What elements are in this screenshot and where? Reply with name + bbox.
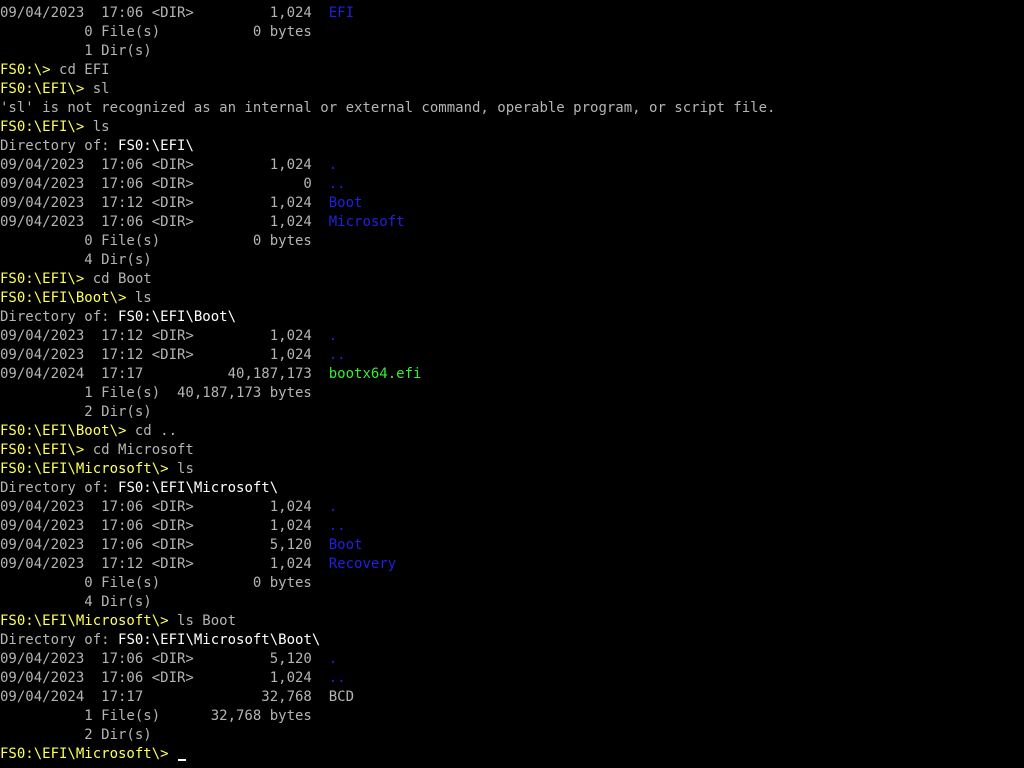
command-text: ls <box>134 290 152 306</box>
output-line: 0 File(s) 0 bytes <box>0 233 312 249</box>
command-line: FS0:\EFI\> cd Boot <box>0 270 1024 289</box>
command-text: cd Boot <box>92 271 152 287</box>
command-line: FS0:\EFI\Microsoft\> ls Boot <box>0 612 1024 631</box>
directory-label: Directory of: <box>0 309 119 325</box>
command-text: ls <box>92 119 110 135</box>
directory-header: Directory of: FS0:\EFI\Microsoft\Boot\ <box>0 631 1024 650</box>
entry-details: 09/04/2024 17:17 32,768 <box>0 689 329 705</box>
command-text: cd .. <box>134 423 178 439</box>
uefi-shell-terminal[interactable]: 09/04/2023 17:06 <DIR> 1,024 EFI 0 File(… <box>0 4 1024 768</box>
directory-name: . <box>328 328 338 344</box>
shell-prompt: FS0:\EFI\> <box>0 81 93 97</box>
directory-name: .. <box>328 347 346 363</box>
shell-prompt: FS0:\> <box>0 62 60 78</box>
directory-name: . <box>328 651 338 667</box>
entry-details: 09/04/2023 17:06 <DIR> 1,024 <box>0 5 329 21</box>
output-line: 0 File(s) 0 bytes <box>0 575 312 591</box>
command-line: FS0:\EFI\Microsoft\> ls <box>0 460 1024 479</box>
command-line: FS0:\EFI\Boot\> cd .. <box>0 422 1024 441</box>
command-text: sl <box>92 81 110 97</box>
output-line: 2 Dir(s) <box>0 727 152 743</box>
directory-entry: 09/04/2023 17:12 <DIR> 1,024 . <box>0 327 1024 346</box>
entry-details: 09/04/2023 17:06 <DIR> 1,024 <box>0 157 329 173</box>
directory-entry: 09/04/2023 17:06 <DIR> 1,024 Microsoft <box>0 213 1024 232</box>
directory-header: Directory of: FS0:\EFI\ <box>0 137 1024 156</box>
directory-name: . <box>328 499 338 515</box>
command-line: FS0:\EFI\Boot\> ls <box>0 289 1024 308</box>
entry-details: 09/04/2024 17:17 40,187,173 <box>0 366 329 382</box>
directory-name: .. <box>328 176 346 192</box>
entry-details: 09/04/2023 17:12 <DIR> 1,024 <box>0 328 329 344</box>
shell-prompt: FS0:\EFI\Boot\> <box>0 290 135 306</box>
text-cursor <box>178 759 187 761</box>
command-text: cd EFI <box>59 62 110 78</box>
entry-details: 09/04/2023 17:12 <DIR> 1,024 <box>0 195 329 211</box>
shell-prompt: FS0:\EFI\> <box>0 442 93 458</box>
directory-entry: 09/04/2023 17:06 <DIR> 1,024 .. <box>0 517 1024 536</box>
directory-header: Directory of: FS0:\EFI\Boot\ <box>0 308 1024 327</box>
directory-label: Directory of: <box>0 138 119 154</box>
directory-name: EFI <box>328 5 355 21</box>
command-text: ls <box>177 461 194 477</box>
output-line: 1 File(s) 40,187,173 bytes <box>0 385 312 401</box>
directory-path: FS0:\EFI\Microsoft\Boot\ <box>118 632 321 648</box>
output-line: 4 Dir(s) <box>0 594 152 610</box>
entry-details: 09/04/2023 17:06 <DIR> 1,024 <box>0 214 329 230</box>
directory-entry: 09/04/2023 17:06 <DIR> 5,120 . <box>0 650 1024 669</box>
entry-details: 09/04/2023 17:12 <DIR> 1,024 <box>0 347 329 363</box>
entry-details: 09/04/2023 17:06 <DIR> 5,120 <box>0 651 329 667</box>
directory-path: FS0:\EFI\ <box>118 138 194 154</box>
directory-entry: 09/04/2023 17:06 <DIR> 1,024 . <box>0 498 1024 517</box>
directory-entry: 09/04/2024 17:17 32,768 BCD <box>0 688 1024 707</box>
directory-name: .. <box>328 670 346 686</box>
directory-entry: 09/04/2023 17:06 <DIR> 5,120 Boot <box>0 536 1024 555</box>
command-text: cd Microsoft <box>92 442 194 458</box>
entry-details: 09/04/2023 17:12 <DIR> 1,024 <box>0 556 329 572</box>
directory-path: FS0:\EFI\Boot\ <box>118 309 237 325</box>
output-line: 1 File(s) 32,768 bytes <box>0 708 312 724</box>
entry-details: 09/04/2023 17:06 <DIR> 1,024 <box>0 518 329 534</box>
directory-name: Boot <box>328 195 363 211</box>
directory-entry: 09/04/2023 17:12 <DIR> 1,024 .. <box>0 346 1024 365</box>
shell-prompt: FS0:\EFI\Microsoft\> <box>0 746 178 762</box>
directory-name: Recovery <box>328 556 397 572</box>
command-line: FS0:\EFI\> sl <box>0 80 1024 99</box>
shell-prompt: FS0:\EFI\Microsoft\> <box>0 613 178 629</box>
shell-prompt: FS0:\EFI\Microsoft\> <box>0 461 178 477</box>
directory-header: Directory of: FS0:\EFI\Microsoft\ <box>0 479 1024 498</box>
entry-details: 09/04/2023 17:06 <DIR> 5,120 <box>0 537 329 553</box>
directory-entry: 09/04/2023 17:06 <DIR> 1,024 .. <box>0 669 1024 688</box>
directory-entry: 09/04/2023 17:06 <DIR> 0 .. <box>0 175 1024 194</box>
shell-prompt: FS0:\EFI\> <box>0 119 93 135</box>
directory-path: FS0:\EFI\Microsoft\ <box>118 480 279 496</box>
output-line: 'sl' is not recognized as an internal or… <box>0 100 776 116</box>
output-line: 4 Dir(s) <box>0 252 152 268</box>
directory-label: Directory of: <box>0 632 119 648</box>
output-line: 1 Dir(s) <box>0 43 152 59</box>
current-command-line[interactable]: FS0:\EFI\Microsoft\> <box>0 745 1024 764</box>
directory-name: .. <box>328 518 346 534</box>
directory-entry: 09/04/2023 17:06 <DIR> 1,024 . <box>0 156 1024 175</box>
directory-name: Boot <box>328 537 363 553</box>
directory-entry: 09/04/2024 17:17 40,187,173 bootx64.efi <box>0 365 1024 384</box>
command-line: FS0:\EFI\> ls <box>0 118 1024 137</box>
shell-prompt: FS0:\EFI\Boot\> <box>0 423 135 439</box>
entry-details: 09/04/2023 17:06 <DIR> 0 <box>0 176 329 192</box>
directory-entry: 09/04/2023 17:12 <DIR> 1,024 Boot <box>0 194 1024 213</box>
executable-name: bootx64.efi <box>328 366 422 382</box>
entry-details: 09/04/2023 17:06 <DIR> 1,024 <box>0 499 329 515</box>
entry-details: 09/04/2023 17:06 <DIR> 1,024 <box>0 670 329 686</box>
output-line: 0 File(s) 0 bytes <box>0 24 312 40</box>
command-text: ls Boot <box>177 613 237 629</box>
command-line: FS0:\EFI\> cd Microsoft <box>0 441 1024 460</box>
command-line: FS0:\> cd EFI <box>0 61 1024 80</box>
directory-name: Microsoft <box>328 214 405 230</box>
directory-label: Directory of: <box>0 480 119 496</box>
output-line: 2 Dir(s) <box>0 404 152 420</box>
directory-name: . <box>328 157 338 173</box>
file-name: BCD <box>328 689 355 705</box>
directory-entry: 09/04/2023 17:12 <DIR> 1,024 Recovery <box>0 555 1024 574</box>
shell-prompt: FS0:\EFI\> <box>0 271 93 287</box>
directory-entry: 09/04/2023 17:06 <DIR> 1,024 EFI <box>0 4 1024 23</box>
